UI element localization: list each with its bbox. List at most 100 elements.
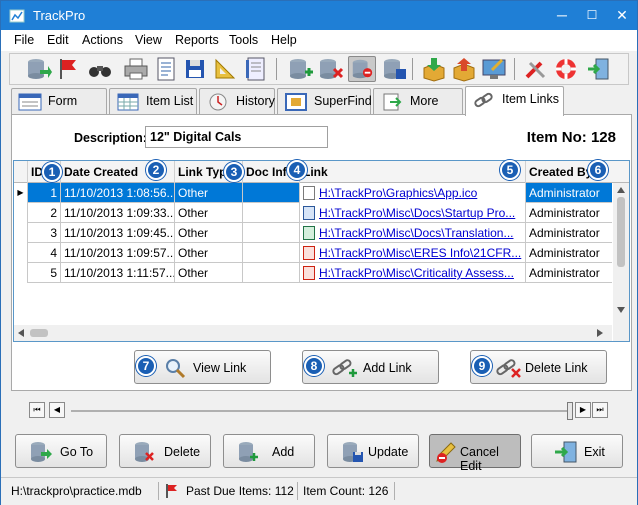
tools-icon[interactable]: [522, 56, 550, 82]
row-selector[interactable]: [14, 263, 28, 283]
row-selector[interactable]: [14, 223, 28, 243]
go-to-button[interactable]: Go To: [15, 434, 107, 468]
record-slider-thumb[interactable]: [567, 402, 573, 420]
link-path[interactable]: H:\TrackPro\Graphics\App.ico: [319, 186, 477, 200]
cell-date-created: 11/10/2013 1:08:56...: [61, 183, 175, 203]
box-import-icon[interactable]: [420, 56, 448, 82]
table-row[interactable]: 2 11/10/2013 1:09:33... Other H:\TrackPr…: [14, 203, 612, 223]
first-record-button[interactable]: ⏮: [29, 402, 45, 418]
window-title: TrackPro: [33, 8, 86, 23]
cell-link-type: Other: [175, 203, 243, 223]
scroll-up-icon[interactable]: [617, 187, 625, 193]
exit-button[interactable]: Exit: [531, 434, 623, 468]
link-path[interactable]: H:\TrackPro\Misc\ERES Info\21CFR...: [319, 246, 521, 260]
add-button[interactable]: Add: [223, 434, 315, 468]
link-path[interactable]: H:\TrackPro\Misc\Docs\Translation...: [319, 226, 513, 240]
ruler-triangle-icon[interactable]: [212, 56, 240, 82]
callout-badge: 7: [136, 356, 156, 376]
delete-button[interactable]: Delete: [119, 434, 211, 468]
previous-record-button[interactable]: ◀: [49, 402, 65, 418]
exit-door-icon[interactable]: [584, 56, 612, 82]
vertical-scroll-thumb[interactable]: [617, 197, 625, 267]
help-lifebuoy-icon[interactable]: [552, 56, 580, 82]
cancel-edit-button[interactable]: Cancel Edit: [429, 434, 521, 473]
toolbar: [9, 53, 629, 85]
menu-edit[interactable]: Edit: [47, 33, 69, 47]
menu-bar: File Edit Actions View Reports Tools Hel…: [1, 30, 637, 51]
minimize-button[interactable]: ─: [547, 1, 577, 30]
row-selector[interactable]: [14, 243, 28, 263]
database-cancel-icon[interactable]: [348, 56, 376, 82]
scroll-right-icon[interactable]: [597, 329, 603, 337]
cell-id: 5: [28, 263, 61, 283]
menu-view[interactable]: View: [135, 33, 162, 47]
cell-link-type: Other: [175, 223, 243, 243]
notebook-icon[interactable]: [242, 56, 270, 82]
table-row[interactable]: 3 11/10/2013 1:09:45... Other H:\TrackPr…: [14, 223, 612, 243]
menu-file[interactable]: File: [14, 33, 34, 47]
database-add-icon[interactable]: [286, 56, 314, 82]
update-button[interactable]: Update: [327, 434, 419, 468]
database-arrow-icon[interactable]: [24, 56, 52, 82]
tab-item-links[interactable]: Item Links: [465, 86, 564, 116]
menu-help[interactable]: Help: [271, 33, 297, 47]
last-record-button[interactable]: ⏭: [592, 402, 608, 418]
close-button[interactable]: ✕: [607, 1, 637, 30]
document-list-icon[interactable]: [152, 56, 180, 82]
menu-tools[interactable]: Tools: [229, 33, 258, 47]
excel-file-icon: [303, 226, 315, 240]
cell-id: 3: [28, 223, 61, 243]
table-row[interactable]: 4 11/10/2013 1:09:57... Other H:\TrackPr…: [14, 243, 612, 263]
scroll-down-icon[interactable]: [617, 307, 625, 313]
printer-icon[interactable]: [122, 56, 150, 82]
app-logo-icon: [9, 9, 25, 23]
tab-more-info[interactable]: More Info: [373, 88, 463, 133]
next-record-button[interactable]: ▶: [575, 402, 591, 418]
menu-reports[interactable]: Reports: [175, 33, 219, 47]
maximize-button[interactable]: ☐: [577, 1, 607, 30]
tab-form-view[interactable]: Form View: [11, 88, 107, 133]
exit-door-icon: [555, 441, 577, 463]
menu-actions[interactable]: Actions: [82, 33, 123, 47]
cell-created-by: Administrator: [529, 226, 600, 240]
link-path[interactable]: H:\TrackPro\Misc\Docs\Startup Pro...: [319, 206, 515, 220]
database-save-icon[interactable]: [380, 56, 408, 82]
callout-badge: 1: [42, 162, 62, 182]
cell-created-by: Administrator: [529, 186, 600, 200]
column-header-link[interactable]: Link: [300, 161, 526, 183]
database-delete-icon[interactable]: [316, 56, 344, 82]
form-view-icon: [18, 93, 42, 111]
cell-id: 4: [28, 243, 61, 263]
record-slider-track[interactable]: [71, 410, 567, 412]
horizontal-scrollbar[interactable]: [14, 325, 612, 341]
toolbar-separator: [412, 58, 413, 80]
horizontal-scroll-thumb[interactable]: [30, 329, 48, 337]
tab-strip: Form View Item List History SuperFind Mo…: [11, 86, 631, 133]
table-row[interactable]: ▶ 1 11/10/2013 1:08:56... Other H:\Track…: [14, 183, 612, 203]
floppy-stack-icon[interactable]: [182, 56, 210, 82]
description-field[interactable]: 12" Digital Cals: [145, 126, 328, 148]
button-label: Cancel Edit: [460, 445, 499, 473]
scroll-left-icon[interactable]: [18, 329, 24, 337]
calendar-grid-icon: [117, 93, 139, 111]
flag-icon[interactable]: [54, 56, 82, 82]
callout-badge: 5: [500, 160, 520, 180]
tab-superfind[interactable]: SuperFind: [277, 88, 372, 115]
tab-history[interactable]: History: [199, 88, 275, 115]
callout-badge: 3: [224, 162, 244, 182]
binoculars-icon[interactable]: [86, 56, 114, 82]
grid-header: ID Date Created Link Type Doc Info Link …: [14, 161, 629, 183]
vertical-scrollbar[interactable]: [613, 183, 629, 341]
cell-link: H:\TrackPro\Misc\Docs\Translation...: [300, 223, 526, 243]
row-selector[interactable]: [14, 203, 28, 223]
callout-badge: 2: [146, 160, 166, 180]
cell-link: H:\TrackPro\Misc\ERES Info\21CFR...: [300, 243, 526, 263]
tab-item-list[interactable]: Item List: [109, 88, 197, 115]
table-row[interactable]: 5 11/10/2013 1:11:57... Other H:\TrackPr…: [14, 263, 612, 283]
monitor-edit-icon[interactable]: [480, 56, 508, 82]
cell-date-created: 11/10/2013 1:09:33...: [61, 203, 175, 223]
row-selector[interactable]: ▶: [14, 183, 28, 203]
link-path[interactable]: H:\TrackPro\Misc\Criticality Assess...: [319, 266, 514, 280]
box-export-icon[interactable]: [450, 56, 478, 82]
cell-created-by: Administrator: [529, 266, 600, 280]
